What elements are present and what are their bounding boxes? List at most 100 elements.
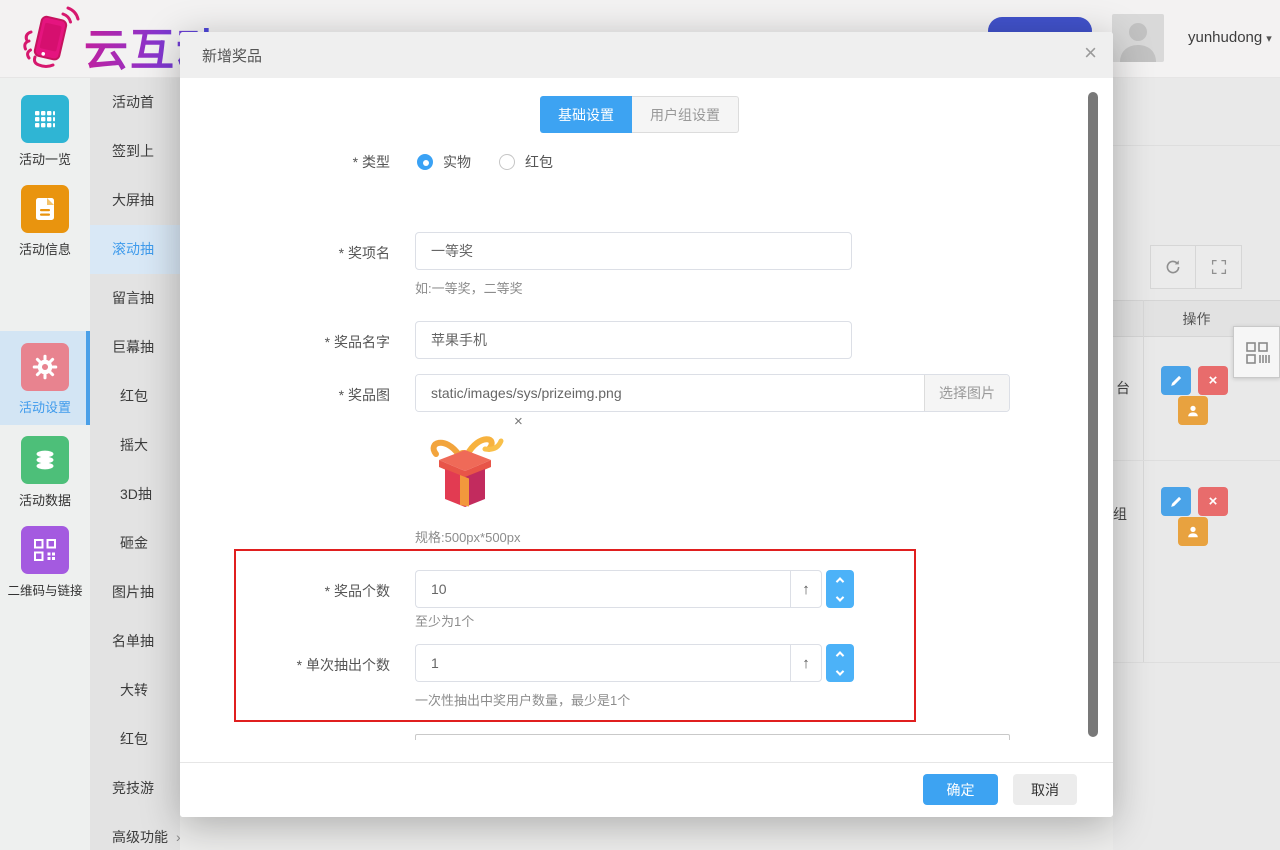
logo[interactable] — [18, 6, 80, 70]
sidebar-item-label: 活动数据 — [0, 490, 90, 509]
user-icon — [1186, 525, 1200, 539]
modal-title: 新增奖品 — [202, 45, 262, 66]
sidebar-item-activity-info[interactable]: 活动信息 — [0, 185, 90, 258]
spin-down-button[interactable] — [826, 589, 854, 608]
assign-user-button[interactable] — [1178, 396, 1208, 425]
refresh-button[interactable] — [1150, 245, 1196, 289]
prize-image-hint: 规格:500px*500px — [415, 527, 521, 546]
sidebar-item-activity-data[interactable]: 活动数据 — [0, 436, 90, 509]
row-text-fragment: 组 — [1113, 504, 1127, 524]
radio-option-redpacket[interactable]: 红包 — [525, 152, 553, 172]
user-icon — [1186, 404, 1200, 418]
shape-3d-select[interactable]: 3D旋转地球 — [415, 734, 1010, 740]
submenu-item[interactable]: 名单抽 — [90, 617, 180, 666]
sidebar-item-activity-overview[interactable]: 活动一览 — [0, 95, 90, 168]
spin-up-button[interactable] — [826, 644, 854, 663]
pencil-icon — [1169, 374, 1183, 388]
radio-unselected-icon[interactable] — [499, 154, 515, 170]
x-icon: × — [1209, 372, 1218, 389]
increment-arrow-button[interactable]: ↑ — [790, 570, 822, 608]
prize-count-hint: 至少为1个 — [415, 611, 474, 630]
submenu-item[interactable]: 巨幕抽 — [90, 323, 180, 372]
prize-image-input[interactable] — [416, 375, 924, 411]
submenu-item[interactable]: 竞技游 — [90, 764, 180, 813]
user-menu[interactable]: yunhudong▾ — [1188, 29, 1272, 46]
submenu-item[interactable]: 留言抽 — [90, 274, 180, 323]
close-icon[interactable]: × — [1084, 42, 1097, 64]
column-settings-handle[interactable] — [1233, 326, 1280, 378]
submenu-item[interactable]: 砸金 — [90, 519, 180, 568]
draw-count-input[interactable] — [416, 645, 790, 681]
column-border — [1143, 300, 1144, 662]
edit-button[interactable] — [1161, 487, 1191, 516]
submenu-item[interactable]: 摇大 — [90, 421, 180, 470]
document-icon — [21, 185, 69, 233]
submenu-item[interactable]: 大屏抽 — [90, 176, 180, 225]
delete-button[interactable]: × — [1198, 366, 1228, 395]
table-toolbar — [1150, 245, 1242, 289]
prize-count-input[interactable] — [416, 571, 790, 607]
submenu-item[interactable]: 活动首 — [90, 78, 180, 127]
fullscreen-button[interactable] — [1196, 245, 1242, 289]
prize-count-spinner — [826, 570, 854, 608]
modal-footer: 确定 取消 — [180, 762, 1113, 817]
hand-phone-logo-icon — [18, 6, 80, 70]
sidebar-item-activity-settings[interactable]: 活动设置 — [0, 343, 90, 416]
gift-box-image — [423, 429, 507, 513]
confirm-button[interactable]: 确定 — [923, 774, 998, 805]
prize-image-label: * 奖品图 — [180, 385, 390, 405]
sidebar-item-label: 二维码与链接 — [0, 580, 90, 599]
sidebar-item-qrcode-links[interactable]: 二维码与链接 — [0, 526, 90, 599]
qrcode-icon — [21, 526, 69, 574]
grid-icon — [21, 95, 69, 143]
gear-icon — [21, 343, 69, 391]
remove-image-icon[interactable]: × — [514, 414, 523, 429]
submenu-item-advanced[interactable]: 高级功能› — [90, 813, 180, 850]
modal-tabs: 基础设置 用户组设置 — [540, 96, 739, 133]
add-prize-modal: 新增奖品 × 基础设置 用户组设置 * 类型 实物 红包 * 奖项名 如:一等奖… — [180, 32, 1113, 817]
sidebar-item-label: 活动一览 — [0, 149, 90, 168]
modal-body: 基础设置 用户组设置 * 类型 实物 红包 * 奖项名 如:一等奖，二等奖 * … — [180, 78, 1113, 740]
chevron-down-icon — [836, 593, 844, 601]
submenu-item[interactable]: 红包 — [90, 372, 180, 421]
submenu-item[interactable]: 图片抽 — [90, 568, 180, 617]
submenu-item[interactable]: 大转 — [90, 666, 180, 715]
radio-option-physical[interactable]: 实物 — [443, 152, 471, 172]
chevron-up-icon — [836, 651, 844, 659]
radio-selected-icon[interactable] — [417, 154, 433, 170]
submenu-item[interactable]: 3D抽 — [90, 470, 180, 519]
row-separator — [1113, 662, 1280, 663]
refresh-icon — [1164, 258, 1182, 276]
prize-image-preview — [423, 429, 507, 513]
modal-scrollbar[interactable] — [1088, 92, 1098, 737]
spin-up-button[interactable] — [826, 570, 854, 589]
row-separator — [1113, 460, 1280, 461]
increment-arrow-button[interactable]: ↑ — [790, 644, 822, 682]
choose-image-button[interactable]: 选择图片 — [924, 375, 1009, 411]
cancel-button[interactable]: 取消 — [1013, 774, 1077, 805]
sidebar-item-label: 活动信息 — [0, 239, 90, 258]
delete-button[interactable]: × — [1198, 487, 1228, 516]
tab-basic-settings[interactable]: 基础设置 — [540, 96, 632, 133]
award-name-input[interactable] — [415, 232, 852, 270]
sidebar-rail: 活动一览 活动信息 — [0, 78, 90, 850]
type-radio-group: 实物 红包 — [417, 152, 581, 172]
prize-name-input[interactable] — [415, 321, 852, 359]
prize-image-field: 选择图片 — [415, 374, 1010, 412]
submenu-item[interactable]: 签到上 — [90, 127, 180, 176]
avatar[interactable] — [1112, 14, 1164, 62]
pencil-icon — [1169, 495, 1183, 509]
edit-button[interactable] — [1161, 366, 1191, 395]
draw-count-spinner — [826, 644, 854, 682]
submenu-item[interactable]: 红包 — [90, 715, 180, 764]
submenu-item-active[interactable]: 滚动抽 — [90, 225, 180, 274]
spin-down-button[interactable] — [826, 663, 854, 682]
type-label: * 类型 — [180, 152, 390, 172]
prize-count-field: ↑ — [415, 570, 822, 608]
tab-user-group-settings[interactable]: 用户组设置 — [632, 96, 739, 133]
assign-user-button[interactable] — [1178, 517, 1208, 546]
award-name-hint: 如:一等奖，二等奖 — [415, 278, 523, 297]
chevron-down-icon — [836, 667, 844, 675]
award-name-label: * 奖项名 — [180, 243, 390, 263]
user-name: yunhudong — [1188, 29, 1262, 46]
